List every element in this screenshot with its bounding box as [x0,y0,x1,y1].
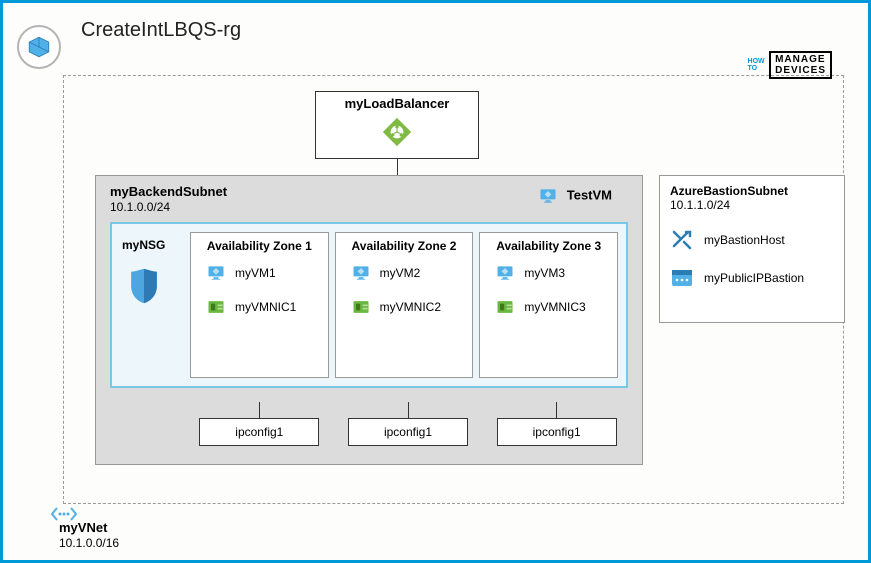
nic-icon [350,297,372,317]
connector-line [556,402,557,418]
nic-row: myVMNIC1 [205,297,320,317]
nic-row: myVMNIC2 [350,297,465,317]
test-vm-label: TestVM [567,187,612,202]
nsg-box: myNSG Availability Zone 1 myVM1 myVMNIC1 [110,222,628,388]
bastion-host-row: myBastionHost [670,228,834,252]
vm-row: myVM1 [205,263,320,283]
zones-container: Availability Zone 1 myVM1 myVMNIC1 Avail… [190,232,618,378]
vnet-label: myVNet 10.1.0.0/16 [59,520,119,550]
watermark: HOWTO MANAGEDEVICES [748,51,832,79]
ipconfig-label: ipconfig1 [348,418,468,446]
nic-icon [494,297,516,317]
vnet-cidr: 10.1.0.0/16 [59,536,119,550]
backend-subnet-cidr: 10.1.0.0/24 [110,200,170,214]
test-vm: TestVM [537,186,612,206]
watermark-line1: HOW [748,58,765,65]
public-ip-label: myPublicIPBastion [704,271,804,285]
vm-label: myVM3 [524,266,565,280]
vm-row: myVM3 [494,263,609,283]
connector-line [408,402,409,418]
vm-icon [350,263,372,283]
ipconfig-row: ipconfig1 ipconfig1 ipconfig1 [188,402,628,446]
watermark-line2: TO [748,65,765,72]
connector-line [259,402,260,418]
nic-row: myVMNIC3 [494,297,609,317]
bastion-host-label: myBastionHost [704,233,785,247]
public-ip-icon [670,268,694,288]
public-ip-row: myPublicIPBastion [670,268,834,288]
zone-title: Availability Zone 1 [199,239,320,253]
resource-group-title: CreateIntLBQS-rg [81,19,241,42]
ipconfig-2: ipconfig1 [337,402,480,446]
zone-title: Availability Zone 2 [344,239,465,253]
load-balancer-node: myLoadBalancer [315,91,479,159]
ipconfig-label: ipconfig1 [497,418,617,446]
nic-label: myVMNIC2 [380,300,441,314]
nsg-label: myNSG [122,238,165,252]
ipconfig-1: ipconfig1 [188,402,331,446]
load-balancer-label: myLoadBalancer [316,92,478,111]
nic-label: myVMNIC1 [235,300,296,314]
ipconfig-label: ipconfig1 [199,418,319,446]
nic-label: myVMNIC3 [524,300,585,314]
diagram-canvas: CreateIntLBQS-rg HOWTO MANAGEDEVICES myL… [0,0,871,563]
vm-label: myVM1 [235,266,276,280]
watermark-box1: MANAGE [775,54,825,65]
bastion-subnet-name: AzureBastionSubnet [670,184,834,198]
vm-icon [205,263,227,283]
vnet-name: myVNet [59,520,107,535]
nic-icon [205,297,227,317]
bastion-subnet-cidr: 10.1.1.0/24 [670,198,834,212]
watermark-box2: DEVICES [775,65,826,76]
ipconfig-3: ipconfig1 [485,402,628,446]
vm-row: myVM2 [350,263,465,283]
availability-zone-3: Availability Zone 3 myVM3 myVMNIC3 [479,232,618,378]
resource-group-icon [17,25,61,69]
vm-label: myVM2 [380,266,421,280]
backend-subnet-name: myBackendSubnet [110,184,227,199]
zone-title: Availability Zone 3 [488,239,609,253]
availability-zone-2: Availability Zone 2 myVM2 myVMNIC2 [335,232,474,378]
bastion-subnet-box: AzureBastionSubnet 10.1.1.0/24 myBastion… [659,175,845,323]
bastion-icon [670,228,694,252]
shield-icon [126,266,162,306]
backend-subnet-title: myBackendSubnet 10.1.0.0/24 [110,184,227,214]
vm-icon [494,263,516,283]
backend-subnet-box: myBackendSubnet 10.1.0.0/24 TestVM myNSG… [95,175,643,465]
availability-zone-1: Availability Zone 1 myVM1 myVMNIC1 [190,232,329,378]
